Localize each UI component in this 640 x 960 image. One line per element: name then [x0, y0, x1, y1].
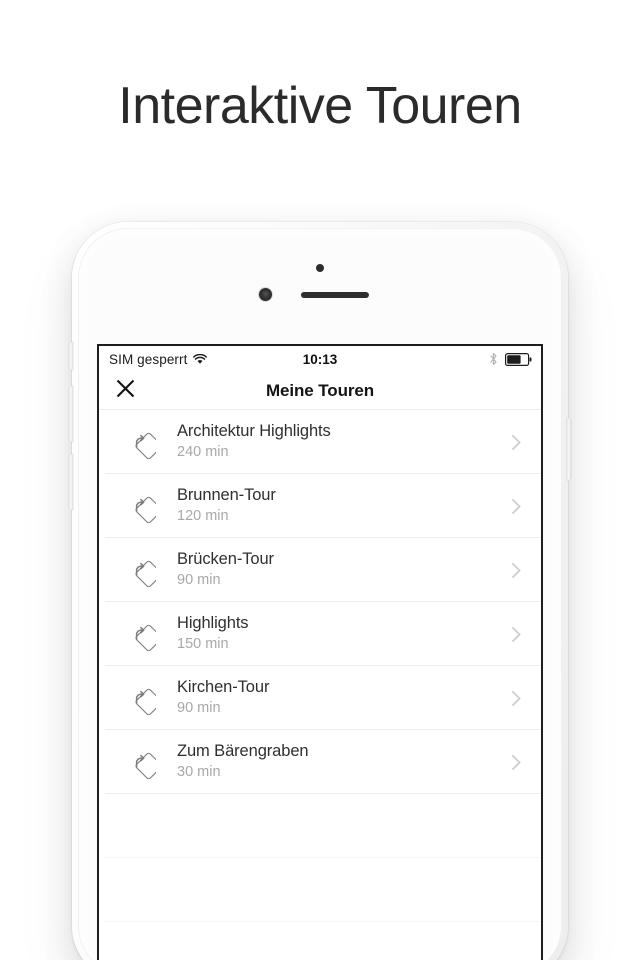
- status-bar-right: [489, 352, 532, 366]
- tour-duration: 120 min: [177, 508, 229, 525]
- volume-down-button[interactable]: [69, 454, 73, 510]
- tour-sign-icon: [113, 553, 165, 587]
- tour-duration: 30 min: [177, 764, 221, 781]
- power-button[interactable]: [567, 418, 571, 480]
- chevron-right-icon[interactable]: [503, 562, 529, 579]
- tour-duration: 150 min: [177, 636, 229, 653]
- tour-sign-icon: [113, 489, 165, 523]
- chevron-right-icon[interactable]: [503, 754, 529, 771]
- chevron-right-icon[interactable]: [503, 498, 529, 515]
- table-row[interactable]: Brücken-Tour 90 min: [99, 538, 541, 602]
- row-text: Kirchen-Tour 90 min: [165, 677, 503, 719]
- row-text: Brücken-Tour 90 min: [165, 549, 503, 591]
- tour-title: Architektur Highlights: [177, 422, 331, 440]
- navigation-title: Meine Touren: [265, 380, 375, 400]
- close-button[interactable]: [99, 372, 151, 410]
- tour-sign-icon: [113, 617, 165, 651]
- row-text: Brunnen-Tour 120 min: [165, 485, 503, 527]
- page-title: Interaktive Touren: [118, 77, 522, 135]
- tour-title: Brücken-Tour: [177, 550, 274, 568]
- row-text: Highlights 150 min: [165, 613, 503, 655]
- status-bar: SIM gesperrt 10:13: [99, 346, 541, 372]
- tour-duration: 240 min: [177, 444, 229, 461]
- phone-screen: SIM gesperrt 10:13 Meine Touren Architek…: [97, 344, 543, 960]
- proximity-sensor-dot: [316, 264, 324, 272]
- list-item: [99, 858, 541, 922]
- tour-title: Kirchen-Tour: [177, 678, 270, 696]
- tour-title: Zum Bärengraben: [177, 742, 309, 760]
- table-row[interactable]: Kirchen-Tour 90 min: [99, 666, 541, 730]
- close-icon: [115, 378, 136, 404]
- tour-duration: 90 min: [177, 572, 221, 589]
- smartphone-device: SIM gesperrt 10:13 Meine Touren Architek…: [69, 222, 571, 960]
- page-root: Interaktive Touren SIM gesperrt 10:13 Me…: [0, 0, 640, 960]
- carrier-label: SIM gesperrt: [109, 351, 188, 367]
- tour-title: Brunnen-Tour: [177, 486, 276, 504]
- list-item: [99, 922, 541, 960]
- row-text: Zum Bärengraben 30 min: [165, 741, 503, 783]
- volume-up-button[interactable]: [69, 386, 73, 442]
- navigation-bar: Meine Touren: [99, 372, 541, 410]
- table-row[interactable]: Highlights 150 min: [99, 602, 541, 666]
- battery-icon: [505, 352, 532, 366]
- bluetooth-icon: [489, 352, 498, 366]
- list-item: [99, 794, 541, 858]
- tour-sign-icon: [113, 745, 165, 779]
- table-row[interactable]: Brunnen-Tour 120 min: [99, 474, 541, 538]
- status-bar-left: SIM gesperrt: [109, 351, 208, 367]
- tour-sign-icon: [113, 425, 165, 459]
- chevron-right-icon[interactable]: [503, 626, 529, 643]
- front-camera: [259, 288, 272, 301]
- earpiece-speaker: [300, 292, 369, 298]
- wifi-icon: [193, 353, 208, 365]
- tour-list: Architektur Highlights 240 min Brunnen-T…: [99, 410, 541, 960]
- mute-switch[interactable]: [69, 342, 73, 370]
- table-row[interactable]: Zum Bärengraben 30 min: [99, 730, 541, 794]
- tour-title: Highlights: [177, 614, 249, 632]
- tour-sign-icon: [113, 681, 165, 715]
- row-text: Architektur Highlights 240 min: [165, 421, 503, 463]
- table-row[interactable]: Architektur Highlights 240 min: [99, 410, 541, 474]
- chevron-right-icon[interactable]: [503, 690, 529, 707]
- tour-duration: 90 min: [177, 700, 221, 717]
- chevron-right-icon[interactable]: [503, 434, 529, 451]
